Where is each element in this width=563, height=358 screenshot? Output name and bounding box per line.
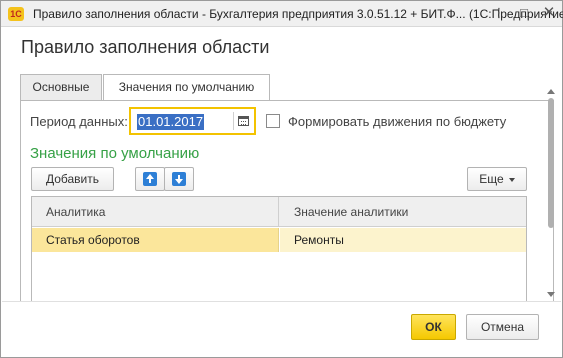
scroll-down-arrow-icon[interactable] (547, 292, 555, 297)
window-title: Правило заполнения области - Бухгалтерия… (33, 7, 563, 21)
table-header: Аналитика Значение аналитики (32, 197, 526, 227)
move-up-button[interactable] (135, 167, 165, 191)
calendar-icon[interactable] (238, 116, 249, 126)
title-bar: 1С Правило заполнения области - Бухгалте… (1, 1, 563, 27)
chevron-down-icon (508, 177, 515, 182)
dialog-window: 1С Правило заполнения области - Бухгалте… (0, 0, 563, 358)
period-date-value[interactable]: 01.01.2017 (137, 114, 205, 130)
footer-divider (2, 301, 561, 302)
add-button[interactable]: Добавить (31, 167, 114, 191)
more-menu-button[interactable]: Еще (467, 167, 527, 191)
more-menu-label: Еще (479, 172, 504, 186)
budget-movements-checkbox[interactable] (266, 114, 280, 128)
app-logo-icon: 1С (8, 7, 24, 21)
ok-button[interactable]: ОК (411, 314, 456, 340)
cancel-button[interactable]: Отмена (466, 314, 539, 340)
scroll-up-arrow-icon[interactable] (547, 89, 555, 94)
square-maximize-icon[interactable]: □ (514, 3, 534, 23)
scroll-thumb[interactable] (548, 98, 554, 228)
table-row[interactable]: Статья оборотов Ремонты (32, 228, 526, 252)
tab-default-values[interactable]: Значения по умолчанию (103, 74, 270, 101)
arrow-up-icon (143, 172, 157, 186)
vertical-scrollbar[interactable] (546, 89, 556, 299)
x-close-icon[interactable]: ✕ (539, 3, 559, 23)
section-title-default-values: Значения по умолчанию (30, 145, 200, 162)
move-down-button[interactable] (164, 167, 194, 191)
column-header-analytics-value[interactable]: Значение аналитики (280, 197, 526, 227)
arrow-down-icon (172, 172, 186, 186)
tab-main[interactable]: Основные (20, 74, 102, 100)
period-label: Период данных: (30, 114, 128, 129)
table-cell-analytics[interactable]: Статья оборотов (32, 228, 279, 252)
table-cell-analytics-value[interactable]: Ремонты (280, 228, 526, 252)
date-field-separator (233, 112, 234, 130)
default-values-table: Аналитика Значение аналитики Статья обор… (31, 196, 527, 301)
form-title: Правило заполнения области (21, 37, 270, 57)
triple-dot-menu-icon[interactable]: ⋮ (489, 3, 509, 23)
period-date-input[interactable]: 01.01.2017 (129, 107, 256, 135)
column-header-analytics[interactable]: Аналитика (32, 197, 279, 227)
budget-movements-label[interactable]: Формировать движения по бюджету (288, 114, 506, 129)
